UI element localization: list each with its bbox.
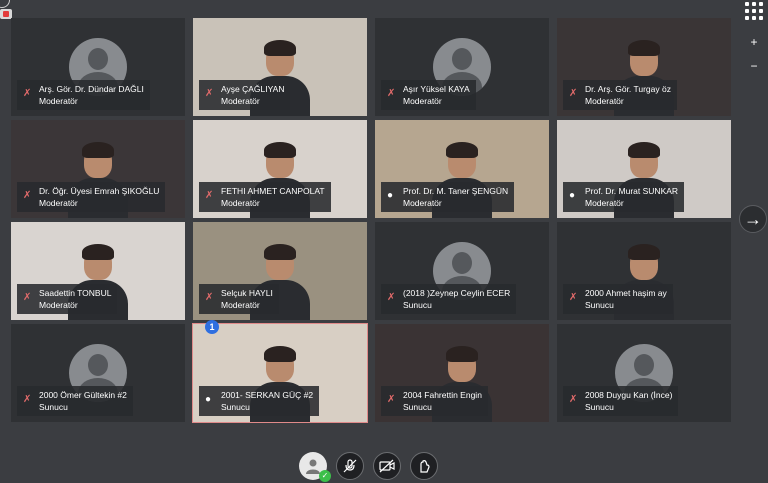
participant-role: Moderatör (403, 198, 442, 208)
participant-name: 2004 Fahrettin Engin (403, 390, 482, 400)
raise-hand-button[interactable] (410, 452, 438, 480)
participant-tile[interactable]: ✗ Ayşe ÇAĞLIYAN Moderatör (193, 18, 367, 116)
participant-label: ✗ 2000 Ömer Gültekin #2 Sunucu (17, 386, 133, 416)
mic-muted-icon: ✗ (205, 88, 214, 99)
participant-label: ✗ Selçuk HAYLI Moderatör (199, 284, 279, 314)
camera-off-button[interactable] (373, 452, 401, 480)
participant-name: Selçuk HAYLI (221, 288, 273, 298)
mic-muted-button[interactable] (336, 452, 364, 480)
participant-tile[interactable]: ✗ 2000 Ahmet haşim ay Sunucu (557, 222, 731, 320)
participant-name: Aşır Yüksel KAYA (403, 84, 470, 94)
participant-name: Prof. Dr. Murat SUNKAR (585, 186, 679, 196)
participant-label: ✗ Dr. Arş. Gör. Turgay öz Moderatör (563, 80, 677, 110)
participant-role: Moderatör (221, 96, 260, 106)
participant-label: ✗ Saadettin TONBUL Moderatör (17, 284, 118, 314)
participant-label: ✗ FETHI AHMET CANPOLAT Moderatör (199, 182, 331, 212)
next-page-button[interactable]: → (739, 205, 767, 233)
participant-name: Saadettin TONBUL (39, 288, 112, 298)
participant-role: Sunucu (403, 300, 432, 310)
participant-name: 2008 Duygu Kan (İnce) (585, 390, 673, 400)
participant-role: Moderatör (39, 300, 78, 310)
participant-tile[interactable]: ✗ Dr. Arş. Gör. Turgay öz Moderatör (557, 18, 731, 116)
participant-label: ✗ 2004 Fahrettin Engin Sunucu (381, 386, 488, 416)
participant-role: Moderatör (585, 198, 624, 208)
participant-label: ✗ Aşır Yüksel KAYA Moderatör (381, 80, 476, 110)
mic-muted-icon: ✗ (23, 88, 32, 99)
mic-on-icon: ● (205, 394, 212, 405)
participant-tile[interactable]: ✗ Arş. Gör. Dr. Dündar DAĞLI Moderatör (11, 18, 185, 116)
window-corner-indicator (0, 0, 10, 8)
participant-role: Moderatör (221, 198, 260, 208)
mic-muted-icon: ✗ (569, 394, 578, 405)
mic-muted-icon: ✗ (23, 292, 32, 303)
mic-muted-icon: ✗ (569, 88, 578, 99)
participant-tile[interactable]: ● Prof. Dr. Murat SUNKAR Moderatör (557, 120, 731, 218)
participant-tile[interactable]: ✗ (2018 )Zeynep Ceylin ECER Sunucu (375, 222, 549, 320)
mic-muted-icon: ✗ (205, 190, 214, 201)
participant-tile[interactable]: ✗ Saadettin TONBUL Moderatör (11, 222, 185, 320)
participant-tile[interactable]: ✗ 2000 Ömer Gültekin #2 Sunucu (11, 324, 185, 422)
participant-label: ✗ Ayşe ÇAĞLIYAN Moderatör (199, 80, 291, 110)
participant-role: Moderatör (403, 96, 442, 106)
participant-label: ✗ 2008 Duygu Kan (İnce) Sunucu (563, 386, 679, 416)
zoom-in-icon[interactable]: + (744, 32, 764, 52)
participant-role: Sunucu (221, 402, 250, 412)
participant-role: Sunucu (403, 402, 432, 412)
participant-tile[interactable]: ✗ Aşır Yüksel KAYA Moderatör (375, 18, 549, 116)
participant-label: ✗ (2018 )Zeynep Ceylin ECER Sunucu (381, 284, 517, 314)
participant-tile[interactable]: ● 2001- SERKAN GÜÇ #2 Sunucu (192, 323, 368, 423)
participant-tile[interactable]: ✗ 2008 Duygu Kan (İnce) Sunucu (557, 324, 731, 422)
participant-name: 2000 Ahmet haşim ay (585, 288, 667, 298)
participant-role: Sunucu (585, 300, 614, 310)
participant-role: Moderatör (39, 96, 78, 106)
participant-label: ● Prof. Dr. Murat SUNKAR Moderatör (563, 182, 685, 212)
participant-label: ✗ Arş. Gör. Dr. Dündar DAĞLI Moderatör (17, 80, 150, 110)
mic-on-icon: ● (387, 190, 394, 201)
participant-tile[interactable]: ✗ 2004 Fahrettin Engin Sunucu (375, 324, 549, 422)
participant-name: Dr. Öğr. Üyesi Emrah ŞIKOĞLU (39, 186, 160, 196)
participant-name: Ayşe ÇAĞLIYAN (221, 84, 285, 94)
participant-role: Sunucu (39, 402, 68, 412)
participant-label: ● Prof. Dr. M. Taner ŞENGÜN Moderatör (381, 182, 515, 212)
participant-name: Dr. Arş. Gör. Turgay öz (585, 84, 671, 94)
participant-name: FETHI AHMET CANPOLAT (221, 186, 325, 196)
participant-label: ✗ Dr. Öğr. Üyesi Emrah ŞIKOĞLU Moderatör (17, 182, 166, 212)
participant-tile[interactable]: ✗ FETHI AHMET CANPOLAT Moderatör (193, 120, 367, 218)
participant-role: Moderatör (221, 300, 260, 310)
bottom-toolbar (0, 448, 768, 483)
mic-muted-icon: ✗ (569, 292, 578, 303)
participant-name: 2001- SERKAN GÜÇ #2 (221, 390, 314, 400)
status-ok-badge: ✓ (319, 470, 331, 482)
mic-on-icon: ● (569, 190, 576, 201)
participant-tile[interactable]: ● Prof. Dr. M. Taner ŞENGÜN Moderatör (375, 120, 549, 218)
zoom-out-icon[interactable]: − (744, 56, 764, 76)
mic-muted-icon: ✗ (23, 394, 32, 405)
mic-muted-icon: ✗ (387, 88, 396, 99)
mic-muted-icon: ✗ (387, 292, 396, 303)
participant-label: ✗ 2000 Ahmet haşim ay Sunucu (563, 284, 673, 314)
participant-role: Moderatör (39, 198, 78, 208)
participant-name: (2018 )Zeynep Ceylin ECER (403, 288, 511, 298)
participant-tile[interactable]: ✗ Selçuk HAYLI Moderatör (193, 222, 367, 320)
mic-muted-icon: ✗ (205, 292, 214, 303)
participant-name: Prof. Dr. M. Taner ŞENGÜN (403, 186, 509, 196)
apps-grid-icon[interactable] (742, 0, 764, 22)
participant-tile[interactable]: ✗ Dr. Öğr. Üyesi Emrah ŞIKOĞLU Moderatör (11, 120, 185, 218)
mic-muted-icon: ✗ (387, 394, 396, 405)
participant-role: Moderatör (585, 96, 624, 106)
participant-name: Arş. Gör. Dr. Dündar DAĞLI (39, 84, 144, 94)
participant-role: Sunucu (585, 402, 614, 412)
notification-badge: 1 (205, 320, 219, 334)
participant-name: 2000 Ömer Gültekin #2 (39, 390, 127, 400)
mic-muted-icon: ✗ (23, 190, 32, 201)
participant-label: ● 2001- SERKAN GÜÇ #2 Sunucu (199, 386, 320, 416)
